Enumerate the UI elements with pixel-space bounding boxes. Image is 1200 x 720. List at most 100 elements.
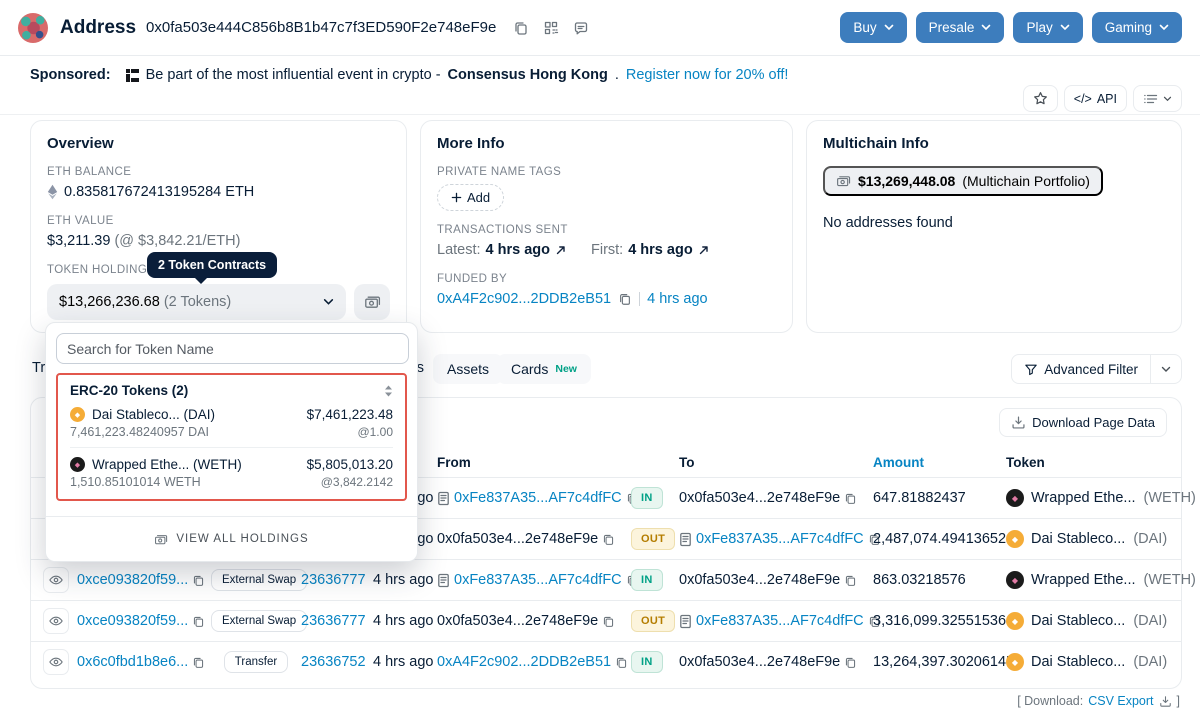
- token-name[interactable]: Dai Stableco...: [1031, 613, 1125, 629]
- eye-button[interactable]: [43, 608, 69, 634]
- funded-age-link[interactable]: 4 hrs ago: [647, 291, 707, 307]
- sponsored-text: Be part of the most influential event in…: [146, 67, 441, 83]
- copy-icon[interactable]: [615, 656, 628, 669]
- csv-export-line: [ Download: CSV Export ]: [1017, 694, 1180, 708]
- token-usd-value: $5,805,013.20: [307, 457, 393, 472]
- method-badge: External Swap: [211, 610, 307, 632]
- view-all-holdings-button[interactable]: VIEW ALL HOLDINGS: [46, 516, 417, 561]
- sponsored-register-link[interactable]: Register now for 20% off!: [626, 67, 789, 83]
- download-page-data-button[interactable]: Download Page Data: [999, 408, 1167, 437]
- age: 4 hrs ago: [373, 572, 437, 588]
- external-link-icon[interactable]: [698, 244, 710, 256]
- token-name[interactable]: Dai Stableco...: [1031, 654, 1125, 670]
- from-address-link[interactable]: 0xFe837A35...AF7c4dfFC: [454, 490, 622, 506]
- copy-address-button[interactable]: [510, 17, 532, 39]
- funder-address-link[interactable]: 0xA4F2c902...2DDB2eB51: [437, 291, 611, 307]
- first-value: 4 hrs ago: [628, 242, 692, 258]
- eye-button[interactable]: [43, 649, 69, 675]
- sponsored-bar: Sponsored: Be part of the most influenti…: [0, 56, 1200, 115]
- sort-icon[interactable]: [384, 385, 393, 397]
- address-value: 0x0fa503e444C856b8B1b47c7f3ED590F2e748eF…: [146, 19, 496, 36]
- csv-export-link[interactable]: CSV Export: [1088, 694, 1153, 708]
- col-to: To: [679, 455, 873, 470]
- tab-assets[interactable]: Assets: [433, 354, 503, 384]
- view-options-button[interactable]: [1133, 85, 1182, 112]
- play-button[interactable]: Play: [1013, 12, 1082, 43]
- block-link[interactable]: 23636777: [301, 613, 366, 629]
- api-button[interactable]: </> API: [1064, 85, 1127, 112]
- contract-icon: [437, 491, 450, 506]
- chevron-down-icon: [1060, 24, 1070, 31]
- eye-button[interactable]: [43, 567, 69, 593]
- copy-icon[interactable]: [844, 656, 857, 669]
- copy-icon[interactable]: [602, 615, 615, 628]
- block-link[interactable]: 23636777: [301, 572, 366, 588]
- copy-icon[interactable]: [844, 574, 857, 587]
- funnel-icon: [1024, 363, 1038, 376]
- amount: 3,316,099.32551536: [873, 613, 1006, 629]
- multichain-portfolio-label: (Multichain Portfolio): [962, 173, 1090, 189]
- more-info-title: More Info: [437, 135, 776, 152]
- token-list-item[interactable]: Dai Stableco... (DAI) 7,461,223.48240957…: [70, 407, 393, 439]
- txn-hash-link[interactable]: 0xce093820f59...: [77, 613, 188, 629]
- to-address-link[interactable]: 0xFe837A35...AF7c4dfFC: [696, 613, 864, 629]
- contract-icon: [437, 573, 450, 588]
- col-amount-sort[interactable]: Amount: [873, 455, 924, 470]
- copy-icon[interactable]: [602, 533, 615, 546]
- divider: [639, 292, 640, 306]
- chevron-down-icon: [1159, 24, 1169, 31]
- copy-icon[interactable]: [192, 574, 205, 587]
- advanced-filter-split-button: Advanced Filter: [1011, 354, 1182, 384]
- to-address-link[interactable]: 0xFe837A35...AF7c4dfFC: [696, 531, 864, 547]
- overview-card: Overview ETH BALANCE 0.83581767241319528…: [30, 120, 407, 333]
- weth-token-icon: [70, 457, 85, 472]
- token-search-input[interactable]: [56, 333, 409, 364]
- contract-icon: [679, 614, 692, 629]
- filter-dropdown-button[interactable]: [1150, 355, 1181, 383]
- multichain-portfolio-button[interactable]: $13,269,448.08 (Multichain Portfolio): [823, 166, 1103, 196]
- token-list-item[interactable]: Wrapped Ethe... (WETH) 1,510.85101014 WE…: [70, 447, 393, 489]
- eth-value-label: ETH VALUE: [47, 215, 390, 227]
- txn-hash-link[interactable]: 0xce093820f59...: [77, 572, 188, 588]
- star-icon: [1033, 91, 1048, 106]
- advanced-filter-button[interactable]: Advanced Filter: [1012, 355, 1150, 383]
- favorite-button[interactable]: [1023, 85, 1058, 112]
- comment-button[interactable]: [570, 17, 592, 39]
- copy-icon[interactable]: [844, 492, 857, 505]
- token-name[interactable]: Wrapped Ethe...: [1031, 572, 1136, 588]
- more-info-card: More Info PRIVATE NAME TAGS Add TRANSACT…: [420, 120, 793, 333]
- from-address-link[interactable]: 0xA4F2c902...2DDB2eB51: [437, 654, 611, 670]
- from-address: 0x0fa503e4...2e748eF9e: [437, 613, 598, 629]
- token-name[interactable]: Wrapped Ethe...: [1031, 490, 1136, 506]
- qr-code-button[interactable]: [540, 17, 562, 39]
- holdings-count: (2 Tokens): [164, 294, 231, 310]
- multichain-portfolio-value: $13,269,448.08: [858, 173, 955, 189]
- external-link-icon[interactable]: [555, 244, 567, 256]
- gaming-button[interactable]: Gaming: [1092, 12, 1182, 43]
- block-link[interactable]: 23636752: [301, 654, 366, 670]
- from-address-link[interactable]: 0xFe837A35...AF7c4dfFC: [454, 572, 622, 588]
- tab-cards[interactable]: Cards New: [497, 354, 591, 384]
- direction-badge: OUT: [631, 610, 675, 632]
- method-badge: Transfer: [224, 651, 288, 673]
- buy-button[interactable]: Buy: [840, 12, 906, 43]
- consensus-logo-icon: [126, 69, 139, 82]
- copy-icon: [513, 20, 529, 36]
- token-holdings-select[interactable]: $13,266,236.68 (2 Tokens): [47, 284, 346, 320]
- add-name-tag-button[interactable]: Add: [437, 184, 504, 211]
- dai-token-icon: [1006, 653, 1024, 671]
- amount: 2,487,074.49413652: [873, 531, 1006, 547]
- wallet-holdings-button[interactable]: [354, 284, 390, 320]
- download-icon: [1159, 695, 1172, 708]
- txn-hash-link[interactable]: 0x6c0fbd1b8e6...: [77, 654, 188, 670]
- dai-token-icon: [70, 407, 85, 422]
- transactions-sent-label: TRANSACTIONS SENT: [437, 224, 776, 236]
- token-name[interactable]: Dai Stableco...: [1031, 531, 1125, 547]
- multichain-info-card: Multichain Info $13,269,448.08 (Multicha…: [806, 120, 1182, 333]
- copy-icon[interactable]: [192, 615, 205, 628]
- copy-icon[interactable]: [192, 656, 205, 669]
- list-icon: [1143, 92, 1158, 106]
- copy-icon[interactable]: [618, 292, 632, 306]
- token-symbol: (WETH): [1144, 572, 1196, 588]
- presale-button[interactable]: Presale: [916, 12, 1005, 43]
